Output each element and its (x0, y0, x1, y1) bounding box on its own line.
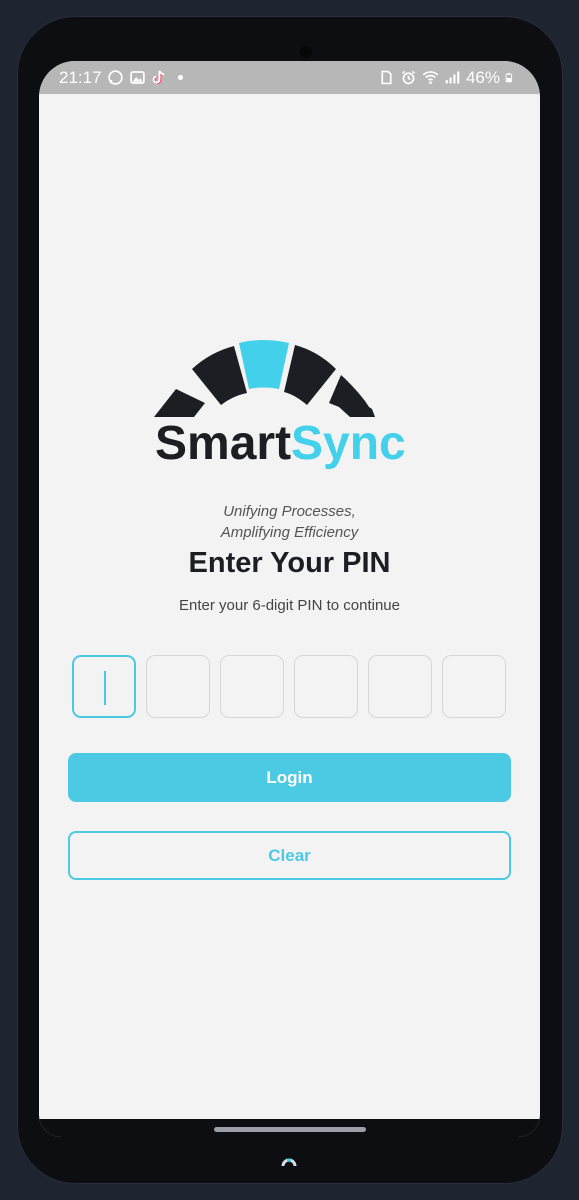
pin-digit-5[interactable] (368, 655, 432, 718)
status-time: 21:17 (59, 67, 102, 87)
home-gesture-bar[interactable] (214, 1127, 366, 1132)
sim-icon (381, 70, 392, 85)
tagline: Unifying Processes, Amplifying Efficienc… (39, 501, 540, 543)
whatsapp-icon (107, 70, 123, 85)
tagline-line-2: Amplifying Efficiency (220, 524, 359, 541)
notification-dot (177, 75, 183, 80)
pin-input-row (72, 655, 506, 718)
page-title: Enter Your PIN (188, 547, 391, 579)
status-bar: 21:17 46% (39, 61, 540, 94)
app-indicator-icon (281, 1158, 297, 1167)
tiktok-icon (152, 70, 164, 85)
page-subtitle: Enter your 6-digit PIN to continue (179, 597, 400, 614)
pin-digit-3[interactable] (220, 655, 284, 718)
logo-text-sync: Sync (291, 417, 406, 470)
gallery-icon (129, 71, 145, 84)
smartsync-logo: Smart Sync (154, 340, 406, 470)
text-caret (104, 671, 106, 705)
pin-digit-4[interactable] (294, 655, 358, 718)
logo-text-smart: Smart (155, 417, 291, 470)
clear-button[interactable]: Clear (68, 831, 511, 880)
app-screen: 21:17 46% Smart Sync Unifying Processes,… (39, 61, 540, 1137)
signal-icon (445, 71, 460, 84)
pin-digit-6[interactable] (442, 655, 506, 718)
alarm-icon (401, 70, 415, 85)
pin-digit-1[interactable] (72, 655, 136, 718)
battery-icon (505, 73, 513, 83)
front-camera (300, 46, 312, 58)
tagline-line-1: Unifying Processes, (223, 503, 356, 520)
battery-percent: 46% (465, 67, 500, 87)
login-button[interactable]: Login (68, 753, 511, 802)
wifi-icon (422, 71, 439, 84)
pin-digit-2[interactable] (146, 655, 210, 718)
